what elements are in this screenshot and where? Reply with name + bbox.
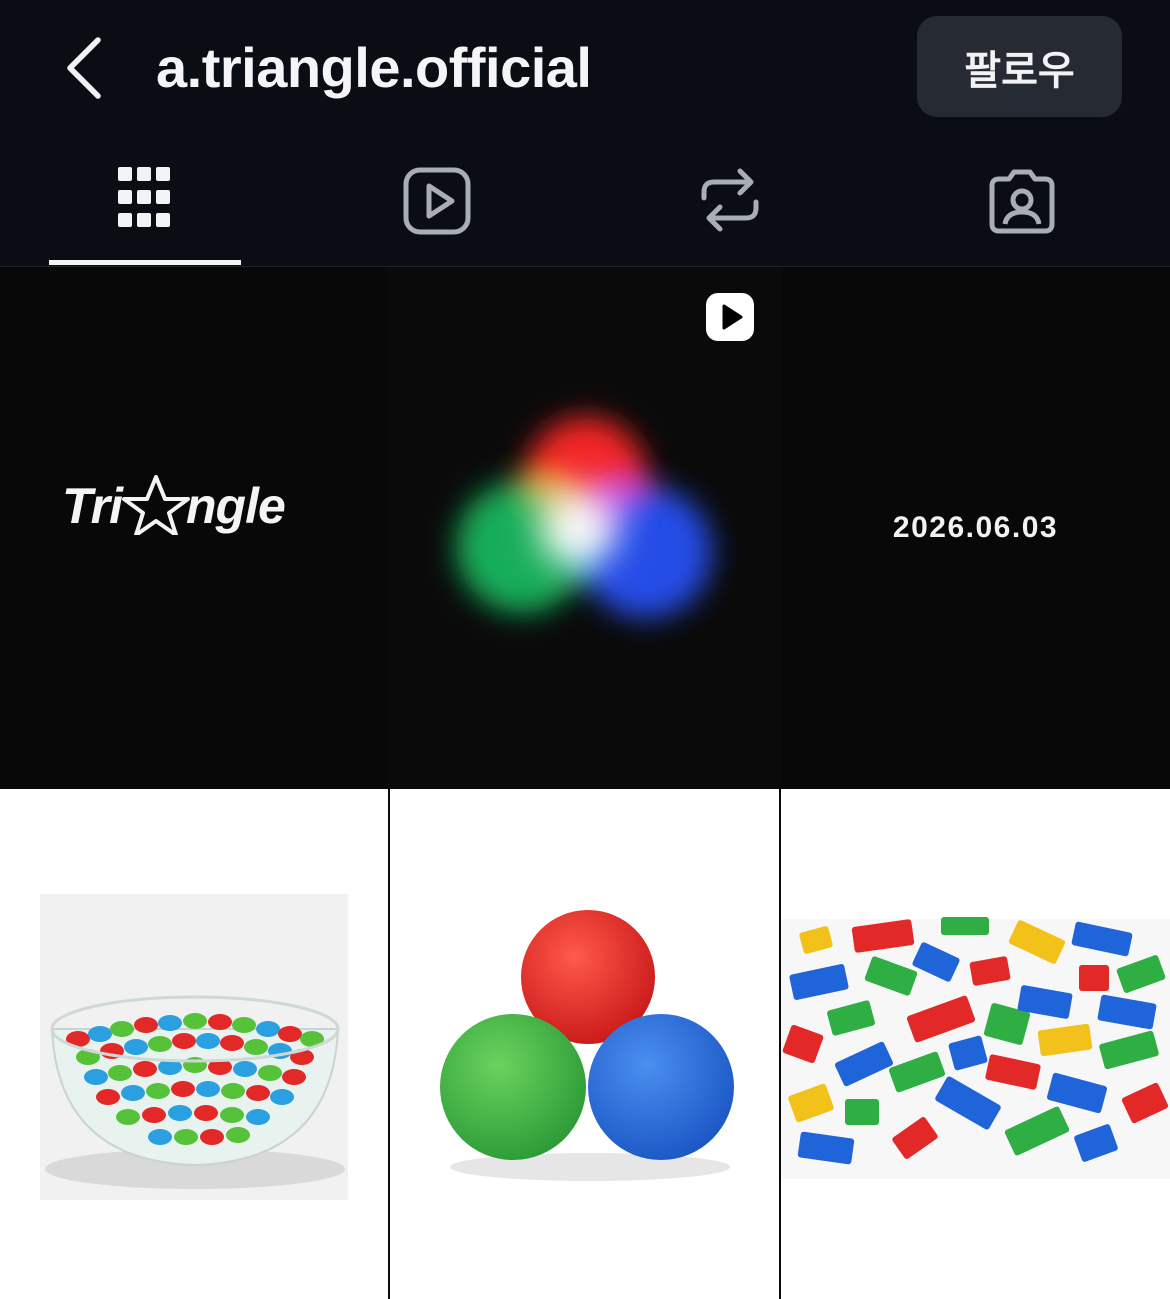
rgb-balls-image <box>440 910 734 1181</box>
tab-reels[interactable] <box>340 140 532 266</box>
active-tab-indicator <box>49 260 241 265</box>
reels-icon <box>403 167 471 235</box>
follow-button[interactable]: 팔로우 <box>917 16 1122 117</box>
post-thumbnail[interactable] <box>390 789 779 1299</box>
chevron-left-icon <box>67 37 101 99</box>
post-thumbnail[interactable] <box>781 789 1170 1299</box>
tagged-person-icon <box>989 169 1055 234</box>
svg-text:ngle: ngle <box>186 478 285 534</box>
profile-tabs <box>0 140 1170 267</box>
jelly-beans-image <box>40 894 348 1200</box>
post-thumbnail[interactable] <box>0 789 388 1299</box>
grid-icon <box>118 167 170 227</box>
play-icon <box>722 304 743 330</box>
post-date-text: 2026.06.03 <box>892 511 1059 544</box>
tab-reposts[interactable] <box>632 140 824 266</box>
triangle-logo: Tri ngle <box>62 475 286 535</box>
tab-tagged[interactable] <box>925 140 1117 266</box>
post-thumbnail[interactable]: Tri ngle <box>0 267 388 789</box>
posts-grid: Tri ngle 2026.06.03 <box>0 267 1170 1299</box>
reel-thumbnail[interactable] <box>390 267 779 789</box>
rgb-light-image <box>456 417 712 618</box>
toy-bricks-image <box>781 917 1170 1179</box>
repost-icon <box>701 168 759 232</box>
back-button[interactable] <box>58 32 114 104</box>
profile-username: a.triangle.official <box>156 36 592 99</box>
tab-posts[interactable] <box>49 140 241 266</box>
profile-header: a.triangle.official 팔로우 <box>0 0 1170 140</box>
svg-text:Tri: Tri <box>62 478 124 534</box>
reel-badge <box>706 293 754 341</box>
post-thumbnail[interactable]: 2026.06.03 <box>781 267 1170 789</box>
